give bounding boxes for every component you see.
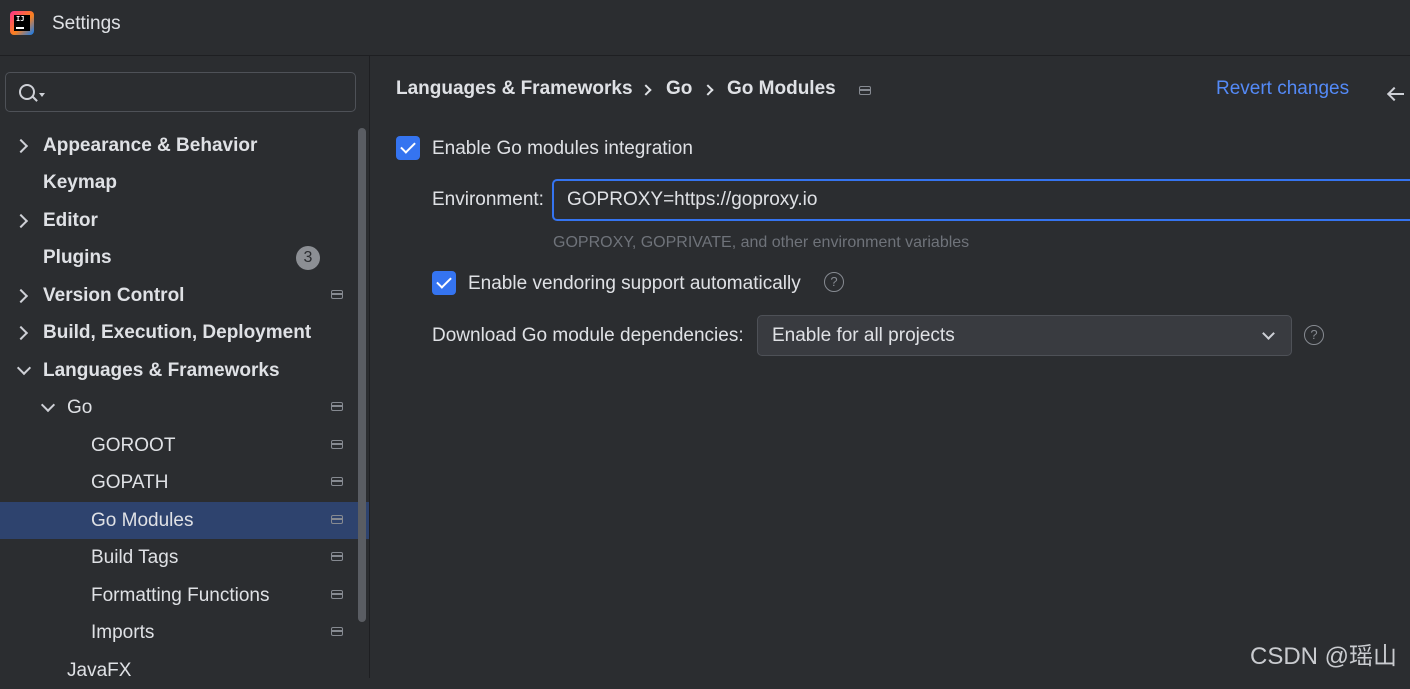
breadcrumb-separator-icon [640,84,652,96]
sidebar-item-version-control[interactable]: Version Control [0,277,357,314]
chevron-right-icon[interactable] [13,288,29,304]
enable-go-modules-label: Enable Go modules integration [432,138,693,159]
sidebar-item-gopath[interactable]: GOPATH [0,464,357,501]
sidebar-item-appearance-behavior[interactable]: Appearance & Behavior [0,127,357,164]
sidebar-item-javafx[interactable]: JavaFX [0,652,357,689]
sidebar-item-label: Imports [91,622,155,643]
help-icon[interactable]: ? [1304,325,1324,345]
sidebar-item-label: JavaFX [67,660,132,681]
sidebar-item-label: Build, Execution, Deployment [43,322,312,343]
sidebar-item-keymap[interactable]: Keymap [0,164,357,201]
chevron-right-icon[interactable] [13,325,29,341]
project-level-icon [331,402,343,411]
sidebar-item-go-modules[interactable]: Go Modules [0,502,369,539]
environment-hint: GOPROXY, GOPRIVATE, and other environmen… [553,234,970,251]
project-level-icon [331,477,343,486]
breadcrumb-current: Go Modules [727,78,836,99]
sidebar-item-goroot[interactable]: GOROOT [0,427,357,464]
environment-input[interactable] [552,179,1410,221]
sidebar-item-languages-frameworks[interactable]: Languages & Frameworks [0,352,357,389]
sidebar-item-label: Appearance & Behavior [43,135,258,156]
settings-content: Languages & Frameworks Go Go Modules Rev… [370,56,1410,678]
sidebar-item-imports[interactable]: Imports [0,614,357,651]
project-level-icon [331,515,343,524]
chevron-down-icon[interactable] [16,360,32,376]
download-dependencies-select[interactable]: Enable for all projects [757,315,1292,356]
enable-vendoring-label: Enable vendoring support automatically [468,273,801,294]
sidebar-item-label: Go [67,397,93,418]
csdn-watermark: CSDN @瑶山 [1250,643,1398,670]
search-options-caret-icon[interactable] [39,93,45,97]
breadcrumb-separator-icon [702,84,714,96]
sidebar-item-build-tags[interactable]: Build Tags [0,539,357,576]
sidebar-item-label: Keymap [43,172,117,193]
breadcrumb-item[interactable]: Languages & Frameworks [396,78,633,100]
project-level-icon [331,290,343,299]
plugins-update-badge: 3 [296,246,320,270]
sidebar-item-label: Languages & Frameworks [43,360,280,381]
search-icon [19,84,35,100]
sidebar-item-label: Editor [43,210,98,231]
download-dependencies-value: Enable for all projects [772,325,955,346]
title-bar: IJ Settings [0,0,1410,56]
sidebar-item-formatting-functions[interactable]: Formatting Functions [0,577,357,614]
sidebar-item-label: Plugins [43,247,112,268]
enable-vendoring-checkbox[interactable] [432,271,456,295]
breadcrumb-item[interactable]: Go [666,78,692,100]
settings-sidebar: Appearance & Behavior Keymap Editor Plug… [0,56,370,681]
sidebar-item-label: GOPATH [91,472,169,493]
project-level-icon [331,552,343,561]
sidebar-item-label: Formatting Functions [91,585,270,606]
sidebar-item-label: Go Modules [91,510,194,531]
project-level-icon [331,590,343,599]
revert-changes-link[interactable]: Revert changes [1216,78,1349,100]
help-icon[interactable]: ? [824,272,844,292]
project-level-icon [331,627,343,636]
download-dependencies-label: Download Go module dependencies: [432,325,744,346]
settings-search-input[interactable] [5,72,356,112]
sidebar-item-label: Version Control [43,285,185,306]
chevron-right-icon[interactable] [13,138,29,154]
sidebar-item-editor[interactable]: Editor [0,202,357,239]
sidebar-item-plugins[interactable]: Plugins 3 [0,239,357,276]
back-arrow-icon[interactable] [1386,86,1406,102]
sidebar-item-label: Build Tags [91,547,179,568]
sidebar-item-build-execution-deployment[interactable]: Build, Execution, Deployment [0,314,357,351]
chevron-down-icon[interactable] [40,397,56,413]
window-title: Settings [52,13,121,34]
app-logo-icon: IJ [10,11,34,35]
sidebar-scrollbar[interactable] [358,128,366,622]
sidebar-item-go[interactable]: Go [0,389,357,426]
chevron-right-icon[interactable] [13,213,29,229]
environment-label: Environment: [432,189,544,210]
sidebar-item-label: GOROOT [91,435,176,456]
project-level-icon [859,86,871,95]
enable-go-modules-checkbox[interactable] [396,136,420,160]
project-level-icon [331,440,343,449]
chevron-down-icon [1262,327,1275,340]
